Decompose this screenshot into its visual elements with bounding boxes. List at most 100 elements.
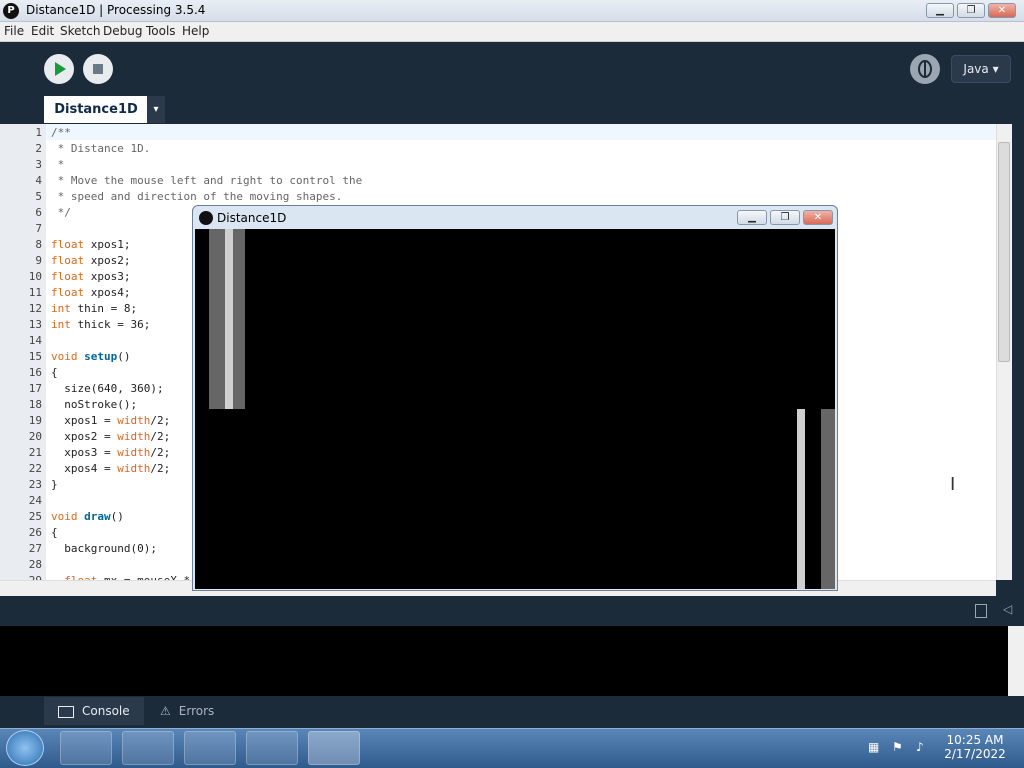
- tab-menu-button[interactable]: ▾: [147, 96, 165, 123]
- console-output[interactable]: [0, 626, 1008, 696]
- line-number: 13: [28, 318, 42, 331]
- line-number: 9: [35, 254, 42, 267]
- text-cursor-icon: I: [950, 474, 956, 495]
- play-icon: [55, 62, 66, 76]
- window-title: Distance1D | Processing 3.5.4: [26, 3, 206, 17]
- code-line[interactable]: }: [51, 478, 58, 491]
- code-line[interactable]: noStroke();: [51, 398, 137, 411]
- line-number: 18: [28, 398, 42, 411]
- sketch-maximize-button[interactable]: ❐: [770, 210, 800, 225]
- code-line[interactable]: float xpos2;: [51, 254, 131, 267]
- line-number: 26: [28, 526, 42, 539]
- thin-bar-bottom: [797, 409, 805, 589]
- chrome-taskbar-icon[interactable]: [184, 731, 236, 765]
- line-number: 25: [28, 510, 42, 523]
- sketch-minimize-button[interactable]: ▁: [737, 210, 767, 225]
- code-line[interactable]: * speed and direction of the moving shap…: [51, 190, 343, 203]
- flag-icon[interactable]: ⚑: [892, 740, 903, 754]
- menu-file[interactable]: File: [4, 24, 24, 38]
- line-number-gutter: 1 2 3 4 5 6 7 8 9 10 11 12 13 14 15 16 17 18 19 20 21 22 23 24 2…: [0, 124, 46, 580]
- code-line[interactable]: * Distance 1D.: [51, 142, 151, 155]
- processing-taskbar-icon[interactable]: [246, 731, 298, 765]
- code-line[interactable]: *: [51, 158, 65, 171]
- code-line[interactable]: background(0);: [51, 542, 157, 555]
- code-line[interactable]: {: [51, 366, 58, 379]
- line-number: 3: [35, 158, 42, 171]
- explorer-taskbar-icon[interactable]: [60, 731, 112, 765]
- stop-button[interactable]: [83, 54, 113, 84]
- menu-edit[interactable]: Edit: [31, 24, 54, 38]
- line-number: 19: [28, 414, 42, 427]
- code-line[interactable]: size(640, 360);: [51, 382, 163, 395]
- stop-icon: [93, 64, 103, 74]
- code-line[interactable]: xpos1 = width/2;: [51, 414, 170, 427]
- media-player-taskbar-icon[interactable]: [122, 731, 174, 765]
- status-bar: ◁: [0, 596, 1024, 626]
- minimize-button[interactable]: ▁: [926, 3, 954, 18]
- code-line[interactable]: float xpos3;: [51, 270, 131, 283]
- line-number: 24: [28, 494, 42, 507]
- menu-tools[interactable]: Tools: [146, 24, 176, 38]
- warning-icon: ⚠: [160, 704, 171, 718]
- code-line[interactable]: {: [51, 526, 58, 539]
- window-title-bar: P Distance1D | Processing 3.5.4 ▁ ❐ ✕: [0, 0, 1024, 22]
- clock-date: 2/17/2022: [944, 747, 1006, 761]
- line-number: 23: [28, 478, 42, 491]
- code-line[interactable]: float xpos1;: [51, 238, 131, 251]
- editor-scroll-thumb[interactable]: [998, 142, 1010, 362]
- code-line[interactable]: int thick = 36;: [51, 318, 150, 331]
- line-number: 15: [28, 350, 42, 363]
- code-line[interactable]: */: [51, 206, 71, 219]
- close-button[interactable]: ✕: [988, 3, 1016, 18]
- line-number: 16: [28, 366, 42, 379]
- sketch-canvas[interactable]: [195, 229, 835, 589]
- current-line-highlight: [46, 124, 996, 140]
- menu-sketch[interactable]: Sketch: [60, 24, 100, 38]
- code-line[interactable]: int thin = 8;: [51, 302, 137, 315]
- tab-distance1d[interactable]: Distance1D: [44, 96, 148, 123]
- processing-app-icon: P: [3, 3, 19, 19]
- sketch-taskbar-icon[interactable]: [308, 731, 360, 765]
- console-icon: [58, 705, 74, 718]
- line-number: 4: [35, 174, 42, 187]
- line-number: 2: [35, 142, 42, 155]
- tab-console[interactable]: Console: [44, 697, 144, 725]
- run-button[interactable]: [44, 54, 74, 84]
- code-line[interactable]: xpos3 = width/2;: [51, 446, 170, 459]
- menu-debug[interactable]: Debug: [103, 24, 142, 38]
- line-number: 8: [35, 238, 42, 251]
- code-line[interactable]: xpos2 = width/2;: [51, 430, 170, 443]
- thin-bar-top: [225, 229, 233, 409]
- start-button[interactable]: [6, 730, 44, 766]
- console-scrollbar[interactable]: [1008, 626, 1024, 696]
- volume-icon[interactable]: ♪: [916, 740, 924, 754]
- network-icon[interactable]: ▦: [868, 740, 879, 754]
- line-number: 7: [35, 222, 42, 235]
- line-number: 10: [28, 270, 42, 283]
- sketch-close-button[interactable]: ✕: [803, 210, 833, 225]
- taskbar-clock[interactable]: 10:25 AM 2/17/2022: [940, 733, 1010, 761]
- sketch-window-icon: [199, 211, 213, 225]
- line-number: 12: [28, 302, 42, 315]
- line-number: 5: [35, 190, 42, 203]
- code-line[interactable]: void draw(): [51, 510, 124, 523]
- thick-bar-bottom: [821, 409, 835, 589]
- line-number: 21: [28, 446, 42, 459]
- sketch-window-title: Distance1D: [217, 211, 287, 225]
- code-line[interactable]: float xpos4;: [51, 286, 131, 299]
- line-number: 20: [28, 430, 42, 443]
- line-number: 1: [35, 126, 42, 139]
- tab-errors[interactable]: ⚠ Errors: [160, 697, 240, 725]
- code-line[interactable]: void setup(): [51, 350, 131, 363]
- maximize-button[interactable]: ❐: [957, 3, 985, 18]
- clock-time: 10:25 AM: [946, 733, 1004, 747]
- code-line[interactable]: xpos4 = width/2;: [51, 462, 170, 475]
- mode-selector[interactable]: Java ▾: [951, 55, 1011, 83]
- line-number: 22: [28, 462, 42, 475]
- collapse-console-icon[interactable]: ◁: [1003, 602, 1012, 616]
- code-line[interactable]: * Move the mouse left and right to contr…: [51, 174, 363, 187]
- menu-help[interactable]: Help: [182, 24, 209, 38]
- debugger-button[interactable]: [910, 54, 940, 84]
- copy-console-icon[interactable]: [975, 604, 987, 618]
- code-line[interactable]: /**: [51, 126, 71, 139]
